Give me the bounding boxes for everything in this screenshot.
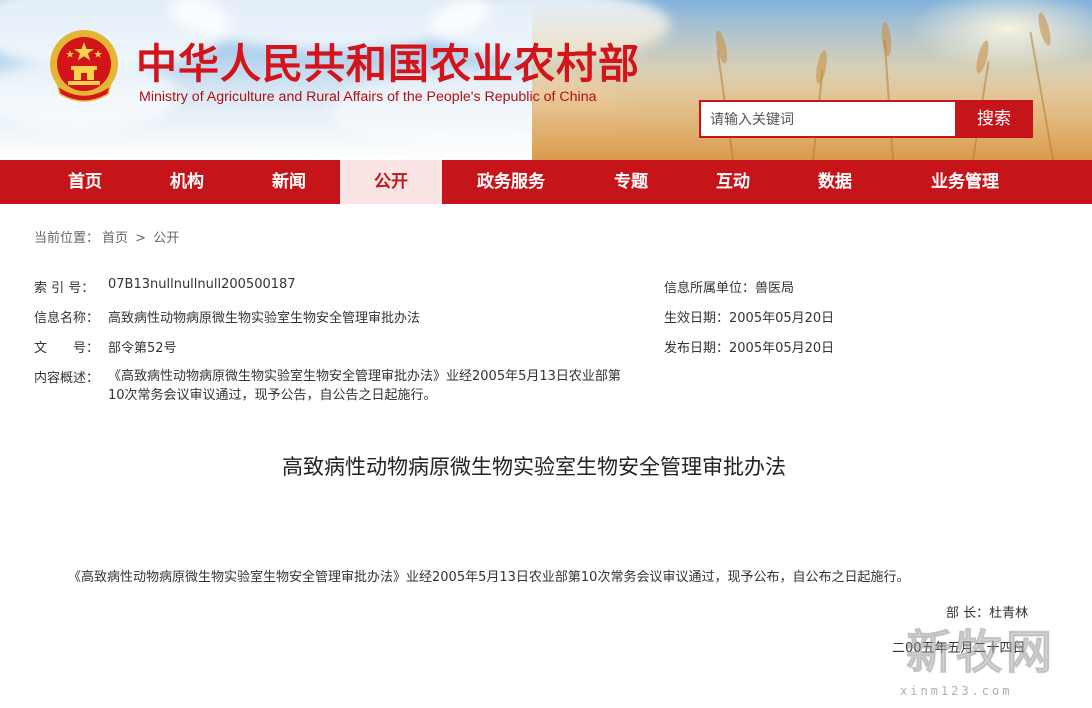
nav-item-gov-services[interactable]: 政务服务: [442, 160, 580, 204]
summary-label: 内容概述：: [34, 371, 100, 386]
breadcrumb-separator: >: [135, 231, 147, 246]
nav-item-news[interactable]: 新闻: [238, 160, 340, 204]
document-body: 《高致病性动物病原微生物实验室生物安全管理审批办法》业经2005年5月13日农业…: [68, 570, 910, 585]
main-nav: 首页 机构 新闻 公开 政务服务 专题 互动 数据 业务管理: [0, 160, 1092, 204]
watermark-text: 新牧网: [906, 625, 1056, 680]
nav-item-home[interactable]: 首页: [34, 160, 136, 204]
breadcrumb: 当前位置： 首页 > 公开: [34, 227, 182, 246]
header-banner: 中华人民共和国农业农村部 Ministry of Agriculture and…: [0, 0, 1092, 160]
info-name-label: 信息名称：: [34, 311, 100, 326]
search-button[interactable]: 搜索: [955, 100, 1033, 138]
nav-item-interaction[interactable]: 互动: [682, 160, 784, 204]
owner-unit: 信息所属单位：兽医局: [664, 281, 795, 296]
summary-value: 《高致病性动物病原微生物实验室生物安全管理审批办法》业经2005年5月13日农业…: [108, 369, 621, 403]
publish-date: 发布日期：2005年05月20日: [664, 341, 835, 356]
search-input[interactable]: 请输入关键词: [699, 100, 955, 138]
nav-item-data[interactable]: 数据: [784, 160, 886, 204]
index-number-label: 索 引 号：: [34, 281, 95, 296]
nav-item-topics[interactable]: 专题: [580, 160, 682, 204]
nav-item-organization[interactable]: 机构: [136, 160, 238, 204]
breadcrumb-home-link[interactable]: 首页: [102, 231, 128, 246]
national-emblem-icon: [50, 30, 118, 102]
breadcrumb-prefix: 当前位置：: [34, 231, 100, 246]
site-title-en: Ministry of Agriculture and Rural Affair…: [139, 89, 597, 105]
doc-number-value: 部令第52号: [108, 341, 177, 356]
doc-number-label: 文 号：: [34, 341, 100, 356]
info-name-value: 高致病性动物病原微生物实验室生物安全管理审批办法: [108, 311, 421, 326]
site-watermark: 新牧网 xinm123.com: [888, 600, 1092, 708]
effective-date: 生效日期：2005年05月20日: [664, 311, 835, 326]
breadcrumb-current[interactable]: 公开: [153, 231, 179, 246]
nav-item-public[interactable]: 公开: [340, 160, 442, 204]
site-title-cn[interactable]: 中华人民共和国农业农村部: [136, 30, 640, 90]
index-number-value: 07B13nullnullnull200500187: [108, 277, 296, 292]
nav-item-business[interactable]: 业务管理: [886, 160, 1044, 204]
watermark-url: xinm123.com: [900, 684, 1013, 698]
document-title: 高致病性动物病原微生物实验室生物安全管理审批办法: [282, 455, 786, 479]
